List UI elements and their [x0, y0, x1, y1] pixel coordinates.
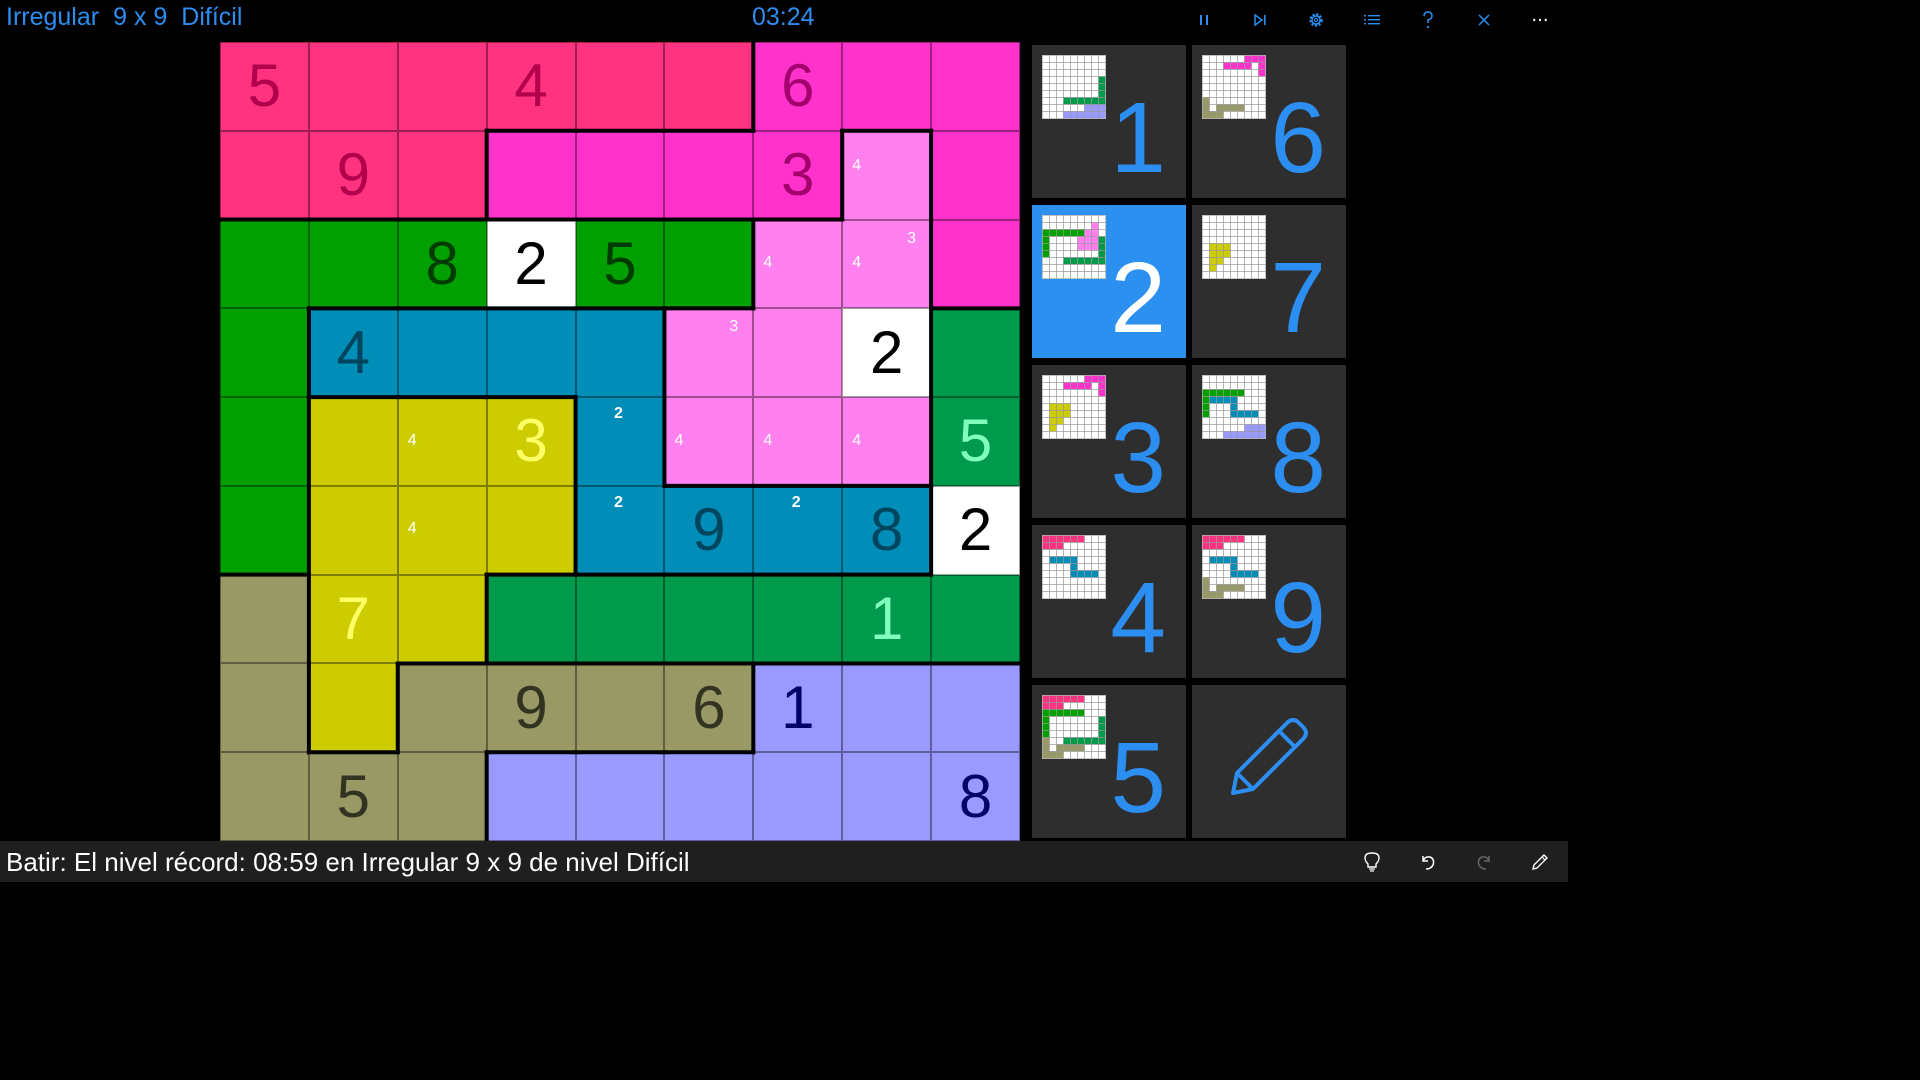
- pencil-mode-button[interactable]: [1192, 685, 1346, 838]
- more-icon[interactable]: ···: [1512, 0, 1568, 40]
- size-label: 9 x 9: [113, 3, 168, 31]
- sudoku-board: 54693825423598271961584443342444422: [220, 42, 1020, 841]
- digit-key-6[interactable]: 6: [1192, 45, 1346, 198]
- mini-grid-thumbnail: [1202, 375, 1266, 439]
- bottom-toolbar: [1344, 841, 1568, 882]
- digit-key-label: 2: [1110, 242, 1166, 354]
- mini-grid-thumbnail: [1042, 695, 1106, 759]
- mini-grid-thumbnail: [1042, 215, 1106, 279]
- mini-grid-thumbnail: [1042, 375, 1106, 439]
- mini-grid-thumbnail: [1202, 215, 1266, 279]
- top-toolbar: ···: [1176, 0, 1568, 40]
- digit-key-5[interactable]: 5: [1032, 685, 1186, 838]
- digit-key-8[interactable]: 8: [1192, 365, 1346, 518]
- digit-key-label: 9: [1270, 562, 1326, 674]
- top-bar: Irregular 9 x 9 Difícil 03:24 ···: [0, 0, 1568, 40]
- gear-icon[interactable]: [1288, 0, 1344, 40]
- digit-key-label: 3: [1110, 402, 1166, 514]
- status-bar: Batir: El nivel récord: 08:59 en Irregul…: [0, 841, 1568, 882]
- digit-key-9[interactable]: 9: [1192, 525, 1346, 678]
- region-borders: [220, 42, 1020, 841]
- game-title: Irregular 9 x 9 Difícil: [6, 3, 256, 32]
- pencil-icon: [1231, 718, 1308, 795]
- pencil-icon[interactable]: [1512, 841, 1568, 882]
- digit-key-7[interactable]: 7: [1192, 205, 1346, 358]
- mini-grid-thumbnail: [1202, 55, 1266, 119]
- digit-key-label: 7: [1270, 242, 1326, 354]
- record-message: Batir: El nivel récord: 08:59 en Irregul…: [6, 847, 690, 877]
- digit-key-2[interactable]: 2: [1032, 205, 1186, 358]
- digit-key-label: 8: [1270, 402, 1326, 514]
- mini-grid-thumbnail: [1202, 535, 1266, 599]
- close-icon[interactable]: [1456, 0, 1512, 40]
- mode-label: Irregular: [6, 3, 100, 31]
- pause-icon[interactable]: [1176, 0, 1232, 40]
- redo-icon[interactable]: [1456, 841, 1512, 882]
- skip-icon[interactable]: [1232, 0, 1288, 40]
- digit-key-label: 5: [1110, 722, 1166, 834]
- digit-key-4[interactable]: 4: [1032, 525, 1186, 678]
- game-timer: 03:24: [752, 3, 815, 31]
- digit-key-label: 1: [1110, 82, 1166, 194]
- digit-key-label: 4: [1110, 562, 1166, 674]
- mini-grid-thumbnail: [1042, 535, 1106, 599]
- lightbulb-icon[interactable]: [1344, 841, 1400, 882]
- undo-icon[interactable]: [1400, 841, 1456, 882]
- digit-key-label: 6: [1270, 82, 1326, 194]
- mini-grid-thumbnail: [1042, 55, 1106, 119]
- difficulty-label: Difícil: [181, 3, 243, 31]
- digit-key-1[interactable]: 1: [1032, 45, 1186, 198]
- help-icon[interactable]: [1400, 0, 1456, 40]
- list-icon[interactable]: [1344, 0, 1400, 40]
- digit-key-3[interactable]: 3: [1032, 365, 1186, 518]
